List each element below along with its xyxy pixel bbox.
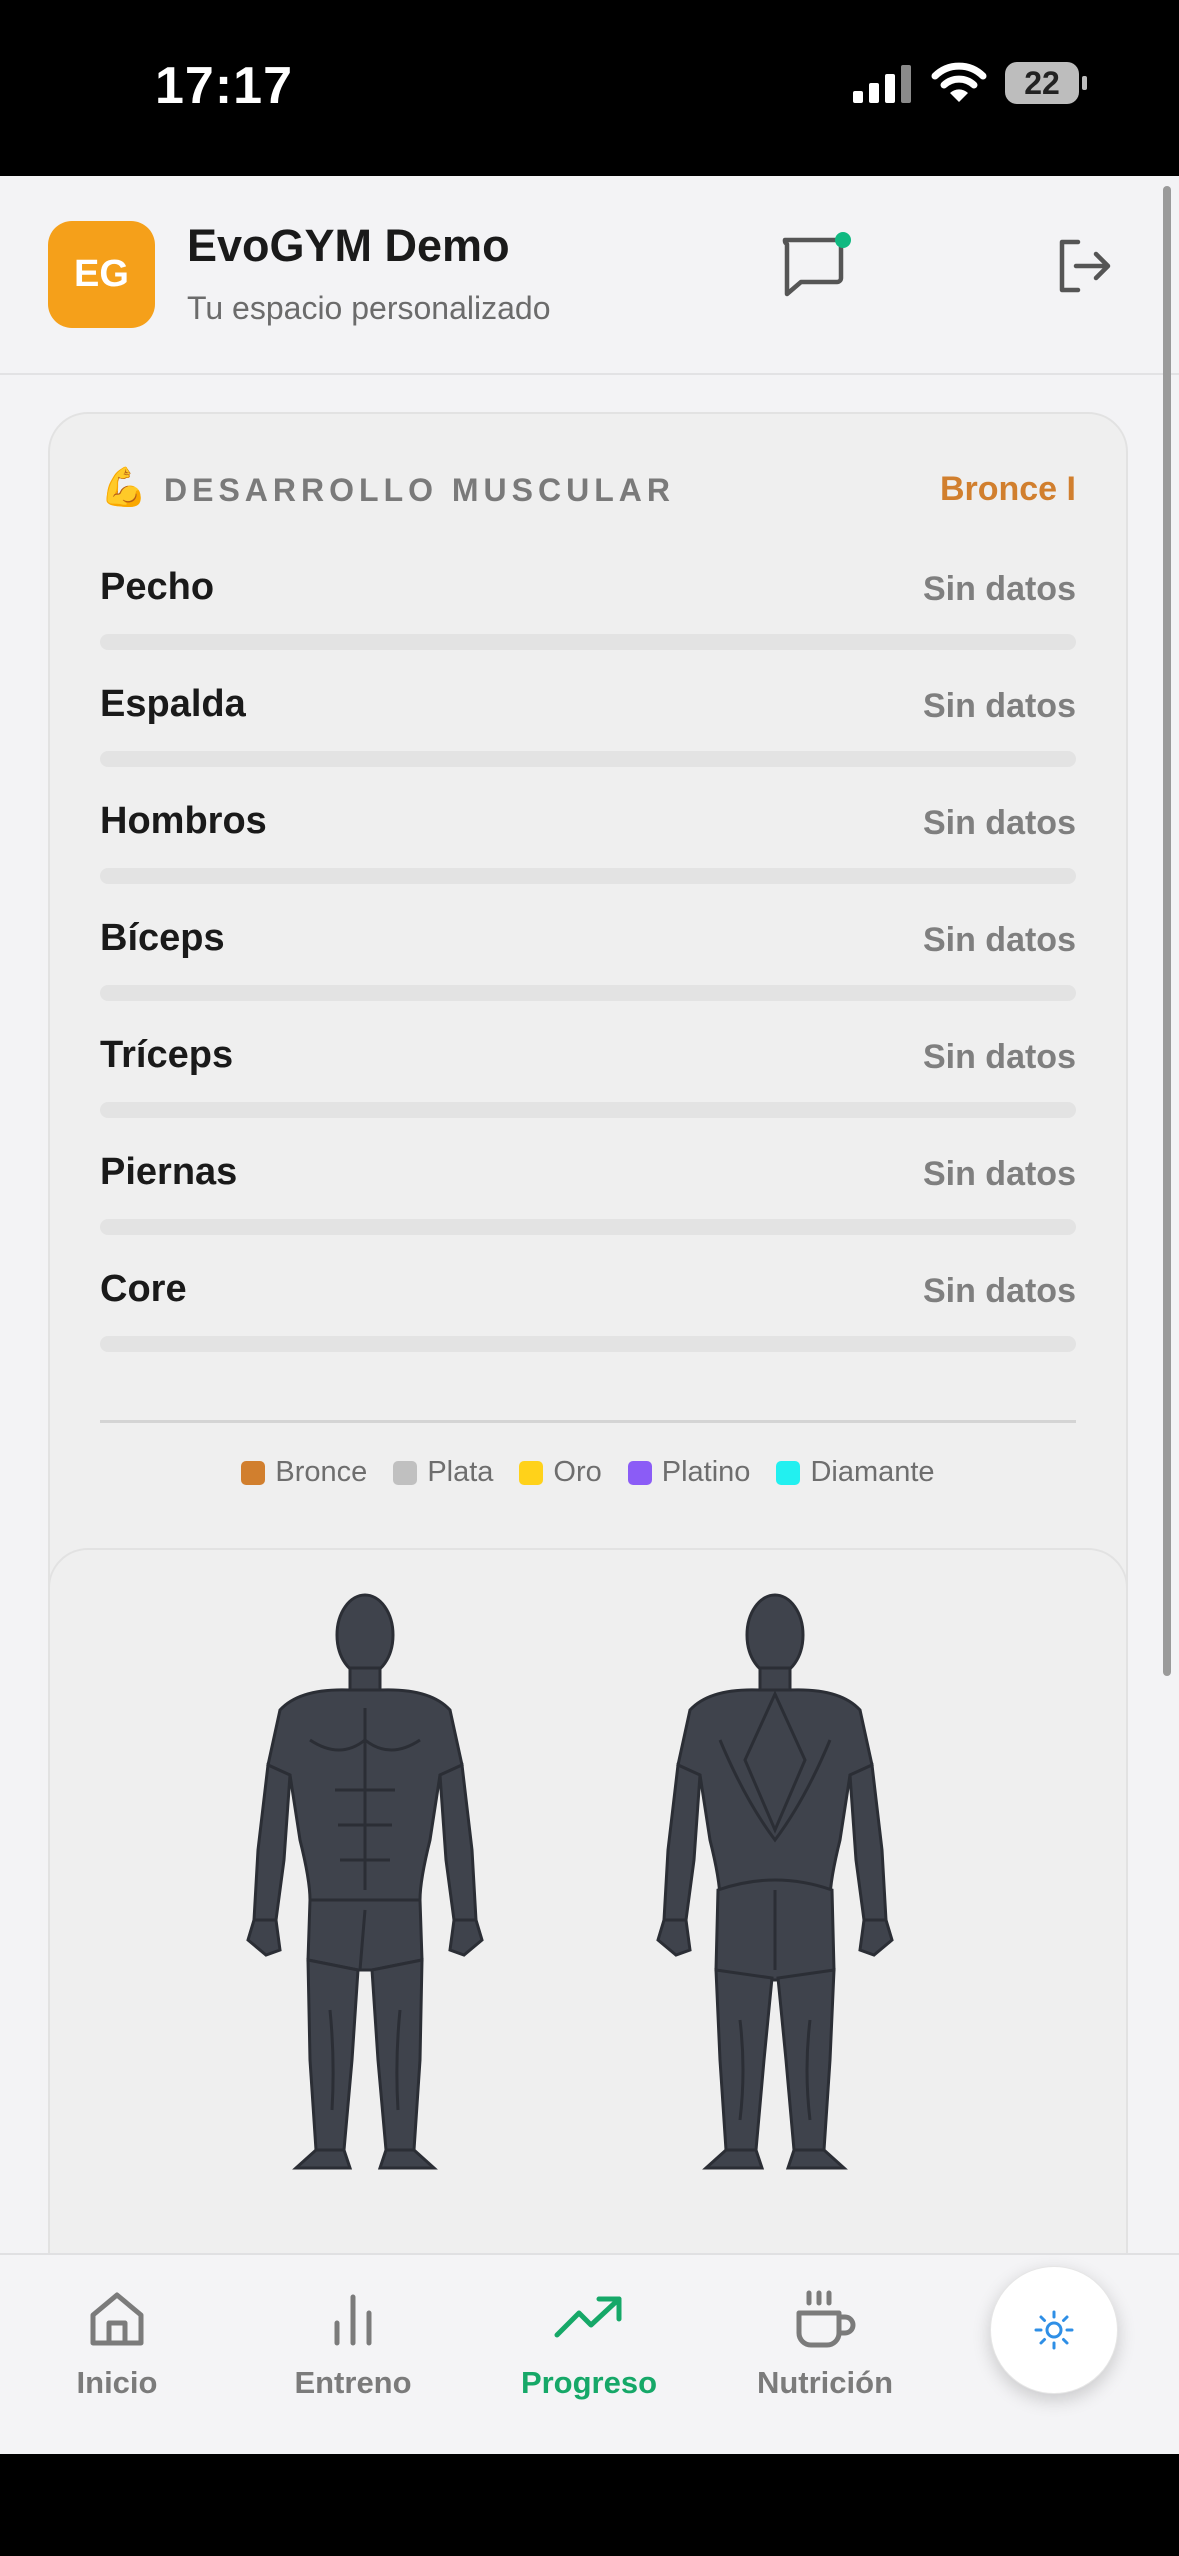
- muscle-name: Hombros: [100, 800, 267, 842]
- home-indicator-area: [0, 2454, 1179, 2556]
- wifi-icon: [931, 62, 987, 102]
- tab-label: Inicio: [76, 2365, 158, 2400]
- tab-label: Progreso: [520, 2365, 658, 2400]
- tab-label: Nutrición: [756, 2365, 894, 2400]
- muscle-development-card: 💪 DESARROLLO MUSCULAR Bronce I Pecho Sin…: [48, 412, 1128, 1688]
- battery-level: 22: [1024, 64, 1060, 101]
- tab-label: Entreno: [294, 2365, 412, 2400]
- legend-item-diamante: Diamante: [776, 1456, 935, 1489]
- legend-label: Plata: [427, 1456, 494, 1488]
- muscle-status: Sin datos: [922, 921, 1076, 959]
- bar-chart-icon: [334, 2294, 372, 2346]
- progress-track: [100, 1336, 1076, 1352]
- body-back-figure[interactable]: [650, 1590, 900, 2170]
- body-front-figure[interactable]: [240, 1590, 490, 2170]
- muscle-row-hombros[interactable]: Hombros Sin datos: [100, 800, 1076, 890]
- muscle-status: Sin datos: [922, 1155, 1076, 1193]
- scrollbar[interactable]: [1163, 186, 1171, 1676]
- progress-track: [100, 1219, 1076, 1235]
- app-screen: EG EvoGYM Demo Tu espacio personalizado …: [0, 176, 1179, 2454]
- legend-swatch: [241, 1460, 266, 1485]
- rank-badge: Bronce I: [939, 470, 1076, 508]
- muscle-name: Tríceps: [100, 1034, 234, 1076]
- app-header: EG EvoGYM Demo Tu espacio personalizado: [0, 176, 1179, 375]
- legend-item-bronce: Bronce: [241, 1456, 367, 1489]
- notification-dot: [835, 232, 851, 248]
- muscle-status: Sin datos: [922, 570, 1076, 608]
- home-icon: [90, 2292, 144, 2346]
- muscle-status: Sin datos: [922, 1038, 1076, 1076]
- card-title: DESARROLLO MUSCULAR: [164, 472, 675, 508]
- legend-swatch: [393, 1460, 418, 1485]
- progress-track: [100, 985, 1076, 1001]
- muscle-name: Core: [100, 1268, 187, 1310]
- muscle-name: Piernas: [100, 1151, 238, 1193]
- legend-label: Platino: [661, 1456, 751, 1488]
- muscle-row-core[interactable]: Core Sin datos: [100, 1268, 1076, 1358]
- muscle-row-piernas[interactable]: Piernas Sin datos: [100, 1151, 1076, 1241]
- legend-swatch: [627, 1460, 652, 1485]
- tab-nutricion[interactable]: Nutrición: [705, 2287, 945, 2401]
- muscle-name: Espalda: [100, 683, 246, 725]
- tab-inicio[interactable]: Inicio: [0, 2287, 237, 2401]
- battery-icon: 22: [1005, 62, 1087, 104]
- tab-progreso[interactable]: Progreso: [469, 2287, 709, 2401]
- page-subtitle: Tu espacio personalizado: [187, 290, 551, 326]
- legend-label: Bronce: [275, 1456, 368, 1488]
- muscle-name: Pecho: [100, 566, 215, 608]
- tab-entreno[interactable]: Entreno: [233, 2287, 473, 2401]
- legend-label: Oro: [553, 1456, 602, 1488]
- legend-item-oro: Oro: [519, 1456, 602, 1489]
- coffee-cup-icon: [796, 2290, 856, 2348]
- flexed-biceps-icon: 💪: [100, 467, 148, 509]
- muscle-status: Sin datos: [922, 1272, 1076, 1310]
- progress-track: [100, 634, 1076, 650]
- legend-label: Diamante: [810, 1456, 935, 1488]
- signal-icon: [853, 65, 911, 103]
- status-icons: 22: [851, 62, 1087, 104]
- legend-item-platino: Platino: [627, 1456, 751, 1489]
- divider: [100, 1420, 1076, 1423]
- avatar[interactable]: EG: [48, 221, 155, 328]
- status-time: 17:17: [155, 57, 293, 115]
- page-title: EvoGYM Demo: [187, 220, 510, 271]
- logout-icon[interactable]: [1052, 234, 1116, 298]
- progress-track: [100, 751, 1076, 767]
- muscle-status: Sin datos: [922, 804, 1076, 842]
- muscle-row-pecho[interactable]: Pecho Sin datos: [100, 566, 1076, 656]
- legend-swatch: [519, 1460, 544, 1485]
- muscle-status: Sin datos: [922, 687, 1076, 725]
- status-bar: 17:17 22: [0, 0, 1179, 176]
- rank-legend: Bronce Plata Oro Platino Diamante: [50, 1456, 1126, 1489]
- muscle-row-biceps[interactable]: Bíceps Sin datos: [100, 917, 1076, 1007]
- trending-up-icon: [554, 2296, 622, 2338]
- theme-toggle-button[interactable]: [990, 2266, 1118, 2394]
- muscle-row-triceps[interactable]: Tríceps Sin datos: [100, 1034, 1076, 1124]
- muscle-row-espalda[interactable]: Espalda Sin datos: [100, 683, 1076, 773]
- legend-swatch: [776, 1460, 801, 1485]
- card-header: 💪 DESARROLLO MUSCULAR Bronce I: [100, 466, 1076, 516]
- legend-item-plata: Plata: [393, 1456, 493, 1489]
- muscle-name: Bíceps: [100, 917, 225, 959]
- progress-track: [100, 1102, 1076, 1118]
- sun-icon: [1034, 2310, 1074, 2350]
- progress-track: [100, 868, 1076, 884]
